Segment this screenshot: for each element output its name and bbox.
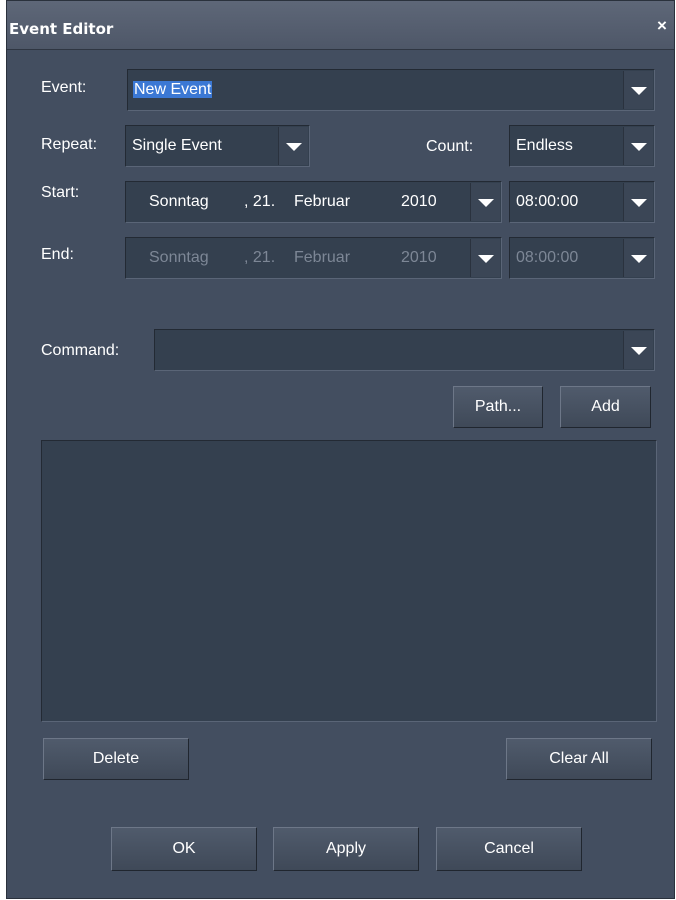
start-date-picker[interactable]: Sonntag , 21. Februar 2010 (125, 181, 502, 223)
start-day[interactable]: , 21. (244, 193, 275, 211)
count-dropdown[interactable]: Endless (509, 125, 655, 167)
start-year[interactable]: 2010 (401, 193, 437, 211)
add-button[interactable]: Add (560, 386, 651, 428)
end-month: Februar (294, 249, 351, 266)
command-list[interactable] (41, 440, 657, 722)
chevron-down-icon (630, 347, 647, 355)
start-month[interactable]: Februar (294, 193, 350, 211)
end-date-picker: Sonntag , 21. Februar 2010 (125, 237, 502, 279)
event-name-input[interactable]: New Event (133, 81, 213, 98)
delete-button[interactable]: Delete (43, 738, 189, 780)
cancel-button[interactable]: Cancel (436, 827, 582, 871)
command-dropdown-button[interactable] (623, 331, 653, 369)
start-label: Start: (41, 184, 80, 201)
start-weekday[interactable]: Sonntag (149, 193, 209, 211)
repeat-label: Repeat: (41, 136, 98, 153)
end-time: 08:00:00 (516, 249, 579, 266)
apply-button-label: Apply (325, 840, 367, 857)
count-label: Count: (426, 138, 474, 155)
path-button[interactable]: Path... (453, 386, 543, 428)
clear-all-button[interactable]: Clear All (506, 738, 652, 780)
count-dropdown-button[interactable] (623, 127, 653, 165)
clear-all-button-label: Clear All (549, 750, 609, 767)
command-combobox[interactable] (154, 329, 655, 371)
count-value: Endless (516, 137, 573, 154)
window-title: Event Editor (9, 20, 114, 38)
event-combobox[interactable]: New Event (127, 69, 655, 111)
chevron-down-icon (285, 143, 302, 151)
repeat-dropdown[interactable]: Single Event (125, 125, 310, 167)
end-time-dropdown-button (623, 239, 653, 277)
chevron-down-icon (630, 143, 647, 151)
repeat-dropdown-button[interactable] (278, 127, 308, 165)
add-button-label: Add (591, 398, 620, 415)
cancel-button-label: Cancel (484, 840, 534, 857)
delete-button-label: Delete (92, 750, 140, 767)
ok-button-label: OK (172, 840, 196, 857)
end-date-dropdown-button (470, 239, 500, 277)
repeat-value: Single Event (132, 137, 222, 154)
end-weekday: Sonntag (149, 249, 209, 266)
start-time[interactable]: 08:00:00 (516, 193, 578, 211)
close-icon[interactable]: × (654, 17, 670, 34)
end-label: End: (41, 246, 74, 263)
end-day: , 21. (244, 249, 276, 266)
chevron-down-icon (630, 87, 647, 95)
chevron-down-icon (630, 255, 647, 263)
apply-button[interactable]: Apply (273, 827, 419, 871)
title-bar[interactable]: Event Editor × (7, 1, 674, 50)
event-label: Event: (41, 79, 87, 96)
end-year: 2010 (401, 249, 437, 266)
event-editor-window: Event Editor × Event: New Event Repeat: … (6, 0, 675, 899)
command-label: Command: (41, 342, 120, 359)
path-button-label: Path... (474, 398, 522, 415)
chevron-down-icon (630, 199, 647, 207)
start-time-dropdown-button[interactable] (623, 183, 653, 221)
event-dropdown-button[interactable] (623, 71, 653, 109)
start-time-picker[interactable]: 08:00:00 (509, 181, 655, 223)
start-date-dropdown-button[interactable] (470, 183, 500, 221)
chevron-down-icon (477, 255, 494, 263)
chevron-down-icon (477, 199, 494, 207)
ok-button[interactable]: OK (111, 827, 257, 871)
end-time-picker: 08:00:00 (509, 237, 655, 279)
